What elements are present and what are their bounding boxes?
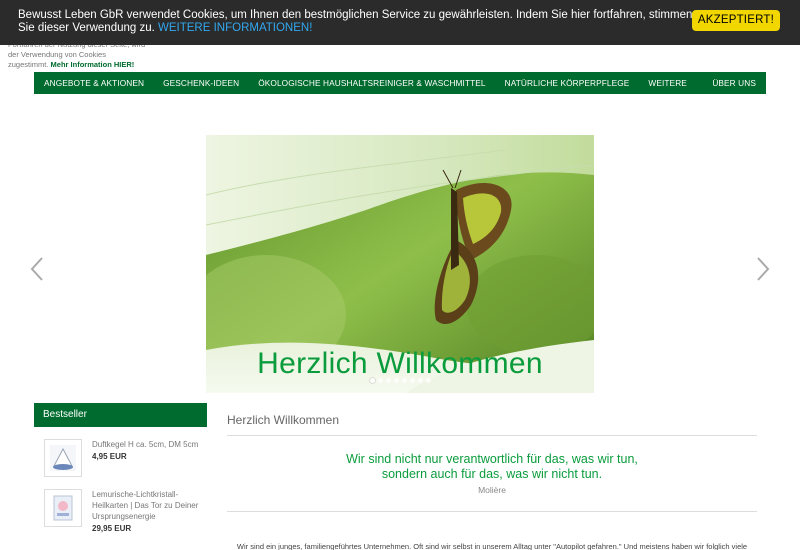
nav-item-koerperpflege[interactable]: NATÜRLICHE KÖRPERPFLEGE	[505, 78, 630, 88]
nav-item-angebote[interactable]: ANGEBOTE & AKTIONEN	[44, 78, 144, 88]
product-name[interactable]: Duftkegel H ca. 5cm, DM 5cm	[92, 439, 202, 450]
cookie-accept-button[interactable]: AKZEPTIERT!	[691, 10, 780, 31]
quote-author: Molière	[478, 485, 506, 495]
page: Fortfahren der Nutzung dieser Seite, wir…	[0, 0, 800, 550]
nav-item-ueber-uns[interactable]: ÜBER UNS	[712, 78, 756, 88]
slider-dot[interactable]	[393, 378, 399, 383]
product-name[interactable]: Lemurische-Lichtkristall-Heilkarten | Da…	[92, 489, 202, 522]
quote-block: Wir sind nicht nur verantwortlich für da…	[227, 452, 757, 495]
slider-dot[interactable]	[417, 378, 423, 383]
cookie-bar: Bewusst Leben GbR verwendet Cookies, um …	[0, 0, 800, 45]
card-deck-icon[interactable]	[44, 489, 82, 527]
intro-paragraph: Wir sind ein junges, familiengeführtes U…	[236, 542, 748, 550]
main-content: Herzlich Willkommen Wir sind nicht nur v…	[227, 403, 757, 550]
slider-dot[interactable]	[377, 378, 383, 383]
page-title: Herzlich Willkommen	[227, 403, 757, 436]
product-price: 29,95 EUR	[92, 524, 132, 533]
slider-dot[interactable]	[409, 378, 415, 383]
product-info: Lemurische-Lichtkristall-Heilkarten | Da…	[92, 489, 202, 534]
quote-line-1: Wir sind nicht nur verantwortlich für da…	[346, 452, 638, 466]
nav-item-geschenk-ideen[interactable]: GESCHENK-IDEEN	[163, 78, 239, 88]
cookie-message: Bewusst Leben GbR verwendet Cookies, um …	[18, 9, 693, 34]
slider-dot[interactable]	[425, 378, 431, 383]
slider-dot[interactable]	[369, 378, 375, 383]
nav-item-haushaltsreiniger[interactable]: ÖKOLOGISCHE HAUSHALTSREINIGER & WASCHMIT…	[258, 78, 485, 88]
main-nav: ANGEBOTE & AKTIONEN GESCHENK-IDEEN ÖKOLO…	[34, 72, 766, 94]
nav-item-weitere[interactable]: WEITERE	[648, 78, 687, 88]
slider-prev-arrow-icon[interactable]	[28, 256, 48, 282]
bestseller-sidebar: Bestseller Duftkegel H ca. 5cm, DM 5cm 4…	[34, 403, 207, 534]
more-info-link[interactable]: Mehr Information HIER!	[51, 60, 135, 69]
divider	[227, 511, 757, 512]
slider-caption: Herzlich Willkommen	[257, 347, 543, 380]
quote-line-2: sondern auch für das, was wir nicht tun.	[381, 467, 603, 481]
cookie-message-block: Bewusst Leben GbR verwendet Cookies, um …	[18, 9, 708, 35]
cone-icon[interactable]	[44, 439, 82, 477]
product-price: 4,95 EUR	[92, 452, 127, 461]
cookie-info-link[interactable]: WEITERE INFORMATIONEN!	[158, 22, 312, 34]
slider-next-arrow-icon[interactable]	[752, 256, 772, 282]
bestseller-title: Bestseller	[34, 403, 207, 427]
slider-dot[interactable]	[385, 378, 391, 383]
product-info: Duftkegel H ca. 5cm, DM 5cm 4,95 EUR	[92, 439, 202, 477]
slider-dot[interactable]	[401, 378, 407, 383]
list-item[interactable]: Lemurische-Lichtkristall-Heilkarten | Da…	[34, 489, 207, 534]
list-item[interactable]: Duftkegel H ca. 5cm, DM 5cm 4,95 EUR	[34, 439, 207, 477]
hero-slider[interactable]: Herzlich Willkommen	[206, 135, 594, 393]
slider-dots	[206, 378, 594, 383]
